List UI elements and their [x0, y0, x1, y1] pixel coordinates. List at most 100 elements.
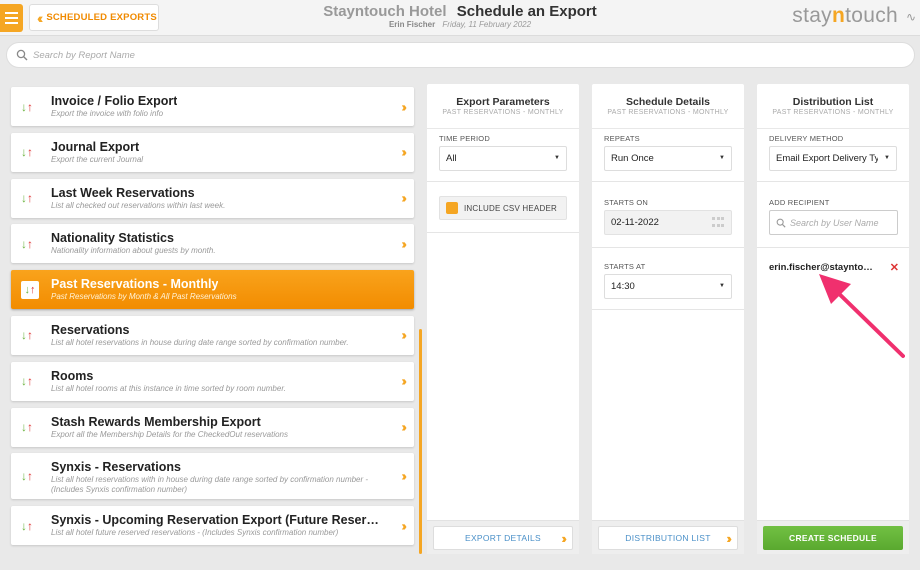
export-parameters-panel: Export Parameters PAST RESERVATIONS - MO…	[427, 84, 579, 554]
report-item-reservations[interactable]: ↓↑ Reservations List all hotel reservati…	[11, 315, 414, 355]
recipient-entry: erin.fischer@stayntouch.com ✕	[769, 261, 899, 274]
repeats-select[interactable]: Run Once ▼	[604, 146, 732, 171]
report-description: List all hotel future reserved reservati…	[51, 528, 339, 538]
down-up-arrows-icon: ↓↑	[21, 469, 33, 484]
report-item-past-reservations-monthly[interactable]: ↓ ↑ Past Reservations - Monthly Past Rese…	[11, 270, 414, 310]
starts-on-label: STARTS ON	[604, 198, 649, 207]
report-name: Synxis - Upcoming Reservation Export (Fu…	[51, 513, 383, 528]
divider	[592, 309, 744, 310]
report-list: ↓↑ Invoice / Folio Export Export the inv…	[11, 87, 414, 552]
search-input[interactable]	[33, 49, 893, 61]
report-item-rooms[interactable]: ↓↑ Rooms List all hotel rooms at this in…	[11, 361, 414, 401]
report-name: Synxis - Reservations	[51, 460, 181, 475]
business-date: Friday, 11 February 2022	[442, 20, 532, 29]
delivery-method-label: DELIVERY METHOD	[769, 134, 844, 143]
double-chevron-right-icon: ››	[401, 327, 406, 343]
chevron-down-icon: ▼	[554, 155, 560, 161]
distribution-list-panel: Distribution List PAST RESERVATIONS - MO…	[757, 84, 909, 554]
report-item-synxis-upcoming-reservation-export[interactable]: ↓↑ Synxis - Upcoming Reservation Export …	[11, 506, 414, 546]
panel-title: Distribution List	[792, 96, 874, 108]
report-description: List all checked out reservations within…	[51, 200, 226, 210]
panel-footer: DISTRIBUTION LIST ››	[592, 520, 744, 554]
divider	[757, 247, 909, 248]
report-name: Reservations	[51, 322, 130, 337]
report-name: Rooms	[51, 368, 94, 383]
distribution-list-button[interactable]: DISTRIBUTION LIST ››	[598, 526, 738, 550]
repeats-label: REPEATS	[604, 134, 640, 143]
report-description: List all hotel rooms at this instance in…	[51, 383, 286, 393]
chevron-down-icon: ▼	[884, 155, 890, 161]
report-name: Nationality Statistics	[51, 231, 174, 246]
report-search	[6, 42, 915, 68]
divider	[757, 181, 909, 182]
report-name: Stash Rewards Membership Export	[51, 414, 261, 429]
down-up-arrows-icon: ↓↑	[21, 280, 39, 299]
page-title: Schedule an Export	[456, 3, 597, 20]
logo-wave-icon: ∿	[905, 10, 916, 24]
report-item-journal-export[interactable]: ↓↑ Journal Export Export the current Jou…	[11, 132, 414, 172]
recipient-search	[769, 210, 898, 235]
double-chevron-right-icon: ››	[401, 373, 406, 389]
panel-subtitle: PAST RESERVATIONS - MONTHLY	[442, 109, 564, 116]
down-up-arrows-icon: ↓↑	[21, 374, 33, 389]
divider	[427, 181, 579, 182]
double-chevron-right-icon: ››	[401, 468, 406, 484]
report-description: Nationality information about guests by …	[51, 246, 216, 256]
report-name: Past Reservations - Monthly	[51, 277, 219, 292]
double-chevron-right-icon: ››	[401, 518, 406, 534]
delivery-method-select[interactable]: Email Export Delivery Type ▼	[769, 146, 897, 171]
close-icon[interactable]: ✕	[890, 261, 899, 274]
report-item-synxis-reservations[interactable]: ↓↑ Synxis - Reservations List all hotel …	[11, 453, 414, 500]
panel-subtitle: PAST RESERVATIONS - MONTHLY	[607, 109, 729, 116]
add-recipient-label: ADD RECIPIENT	[769, 198, 830, 207]
starts-on-date-field[interactable]: 02-11-2022	[604, 210, 732, 235]
double-chevron-right-icon: ››	[561, 530, 566, 546]
double-chevron-right-icon: ››	[401, 419, 406, 435]
down-up-arrows-icon: ↓↑	[21, 518, 33, 533]
report-name: Journal Export	[51, 139, 140, 154]
panel-title: Export Parameters	[456, 96, 550, 108]
report-description: Export all the Membership Details for th…	[51, 429, 288, 439]
report-description: Past Reservations by Month & All Past Re…	[51, 292, 237, 302]
chevron-down-icon: ▼	[719, 283, 725, 289]
down-up-arrows-icon: ↓↑	[21, 145, 33, 160]
starts-at-label: STARTS AT	[604, 262, 646, 271]
report-description: Export the current Journal	[51, 154, 144, 164]
hotel-name: Stayntouch Hotel	[323, 3, 447, 20]
down-up-arrows-icon: ↓↑	[21, 328, 33, 343]
time-period-label: TIME PERIOD	[439, 134, 490, 143]
panel-footer: EXPORT DETAILS ››	[427, 520, 579, 554]
calendar-icon	[712, 217, 725, 229]
report-description: List all hotel reservations in house dur…	[51, 337, 349, 347]
down-up-arrows-icon: ↓↑	[21, 420, 33, 435]
report-list-scrollbar[interactable]	[419, 329, 422, 554]
time-period-select[interactable]: All ▼	[439, 146, 567, 171]
divider	[592, 181, 744, 182]
checkbox-checked-icon	[446, 202, 458, 214]
recipient-email: erin.fischer@stayntouch.com	[769, 262, 877, 273]
panel-title: Schedule Details	[625, 96, 711, 108]
page-heading: Stayntouch Hotel Schedule an Export Erin…	[0, 3, 920, 29]
report-name: Invoice / Folio Export	[51, 94, 178, 108]
starts-at-select[interactable]: 14:30 ▼	[604, 274, 732, 299]
recipient-search-input[interactable]	[790, 217, 890, 228]
report-description: List all hotel reservations with in hous…	[51, 475, 369, 495]
report-description: Export the invoice with folio info	[51, 109, 164, 118]
user-name: Erin Fischer	[388, 20, 436, 29]
include-csv-header-checkbox[interactable]: INCLUDE CSV HEADER	[439, 196, 567, 220]
divider	[592, 247, 744, 248]
search-icon	[16, 49, 28, 61]
report-item-stash-rewards-membership-export[interactable]: ↓↑ Stash Rewards Membership Export Expor…	[11, 407, 414, 447]
report-item-invoice-folio-export[interactable]: ↓↑ Invoice / Folio Export Export the inv…	[11, 87, 414, 126]
down-up-arrows-icon: ↓↑	[21, 99, 33, 114]
search-icon	[776, 218, 786, 228]
double-chevron-right-icon: ››	[401, 144, 406, 160]
double-chevron-right-icon: ››	[401, 236, 406, 252]
report-item-last-week-reservations[interactable]: ↓↑ Last Week Reservations List all check…	[11, 178, 414, 218]
create-schedule-button[interactable]: CREATE SCHEDULE	[763, 526, 903, 550]
down-up-arrows-icon: ↓↑	[21, 236, 33, 251]
divider	[427, 232, 579, 233]
report-item-nationality-statistics[interactable]: ↓↑ Nationality Statistics Nationality in…	[11, 224, 414, 264]
brand-logo: stayntouch	[792, 4, 898, 27]
export-details-button[interactable]: EXPORT DETAILS ››	[433, 526, 573, 550]
